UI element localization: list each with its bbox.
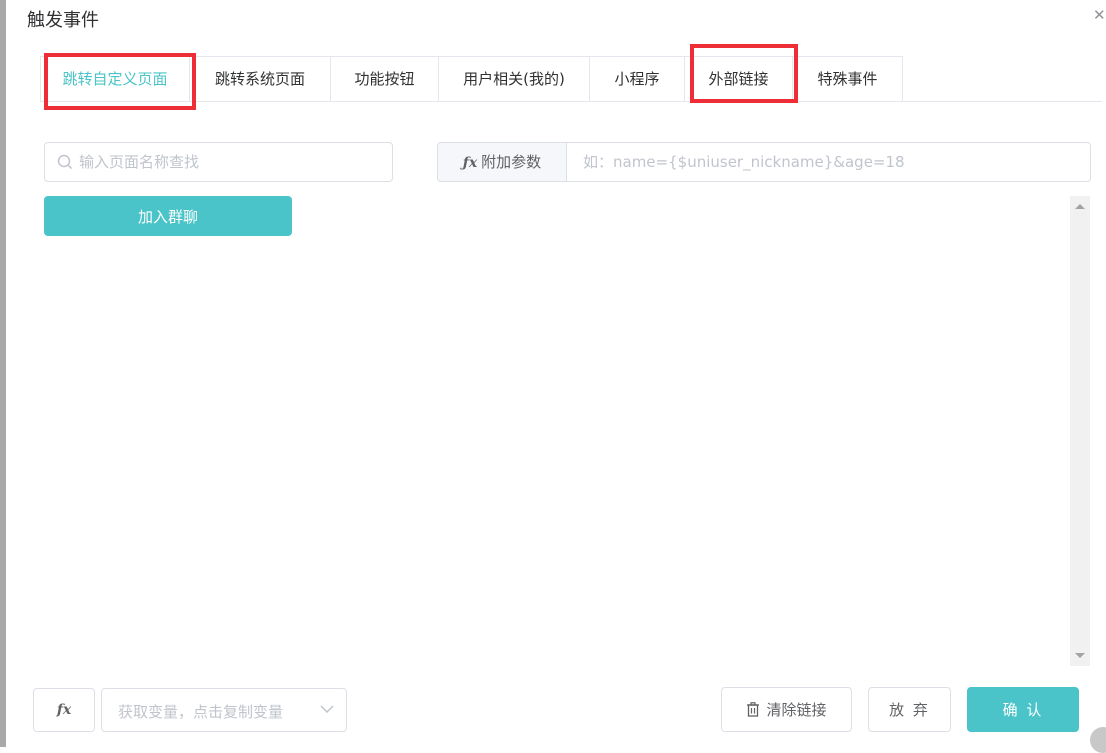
tab-mini-program[interactable]: 小程序 [590, 56, 685, 101]
clear-link-label: 清除链接 [766, 701, 827, 719]
tab-bar: 跳转自定义页面 跳转系统页面 功能按钮 用户相关(我的) 小程序 外部链接 特殊… [40, 56, 903, 102]
params-field: ƒx 附加参数 [437, 142, 1091, 182]
trigger-event-dialog: 触发事件 ✕ 跳转自定义页面 跳转系统页面 功能按钮 用户相关(我的) 小程序 … [6, 0, 1106, 747]
tabs-divider [40, 101, 1102, 102]
corner-badge [1090, 727, 1106, 753]
fx-button[interactable]: fx [33, 688, 95, 732]
tab-special-events[interactable]: 特殊事件 [793, 56, 903, 101]
variable-select[interactable]: 获取变量，点击复制变量 [101, 688, 347, 732]
chevron-down-icon [320, 705, 334, 714]
variable-select-placeholder: 获取变量，点击复制变量 [118, 703, 284, 721]
fx-icon: ƒx [462, 155, 478, 171]
scroll-down-arrow-icon[interactable] [1075, 653, 1085, 658]
params-input[interactable] [566, 142, 1091, 182]
scrollbar[interactable] [1070, 196, 1090, 666]
search-input[interactable] [79, 144, 379, 180]
search-field [44, 142, 393, 182]
confirm-button[interactable]: 确 认 [967, 687, 1079, 732]
params-prepend: ƒx 附加参数 [437, 142, 567, 182]
params-label: 附加参数 [481, 153, 542, 171]
scroll-up-arrow-icon[interactable] [1075, 204, 1085, 209]
dialog-title: 触发事件 [27, 10, 99, 31]
tab-system-page[interactable]: 跳转系统页面 [190, 56, 331, 101]
close-icon[interactable]: ✕ [1093, 7, 1106, 23]
tab-user-related[interactable]: 用户相关(我的) [439, 56, 590, 101]
tab-external-link[interactable]: 外部链接 [685, 56, 793, 101]
tab-custom-page[interactable]: 跳转自定义页面 [40, 56, 190, 102]
tab-function-buttons[interactable]: 功能按钮 [331, 56, 439, 101]
page-item-join-group[interactable]: 加入群聊 [44, 196, 292, 236]
search-icon [57, 154, 73, 170]
clear-link-button[interactable]: 清除链接 [721, 687, 852, 732]
trash-icon [747, 702, 760, 717]
discard-button[interactable]: 放 弃 [868, 687, 951, 732]
